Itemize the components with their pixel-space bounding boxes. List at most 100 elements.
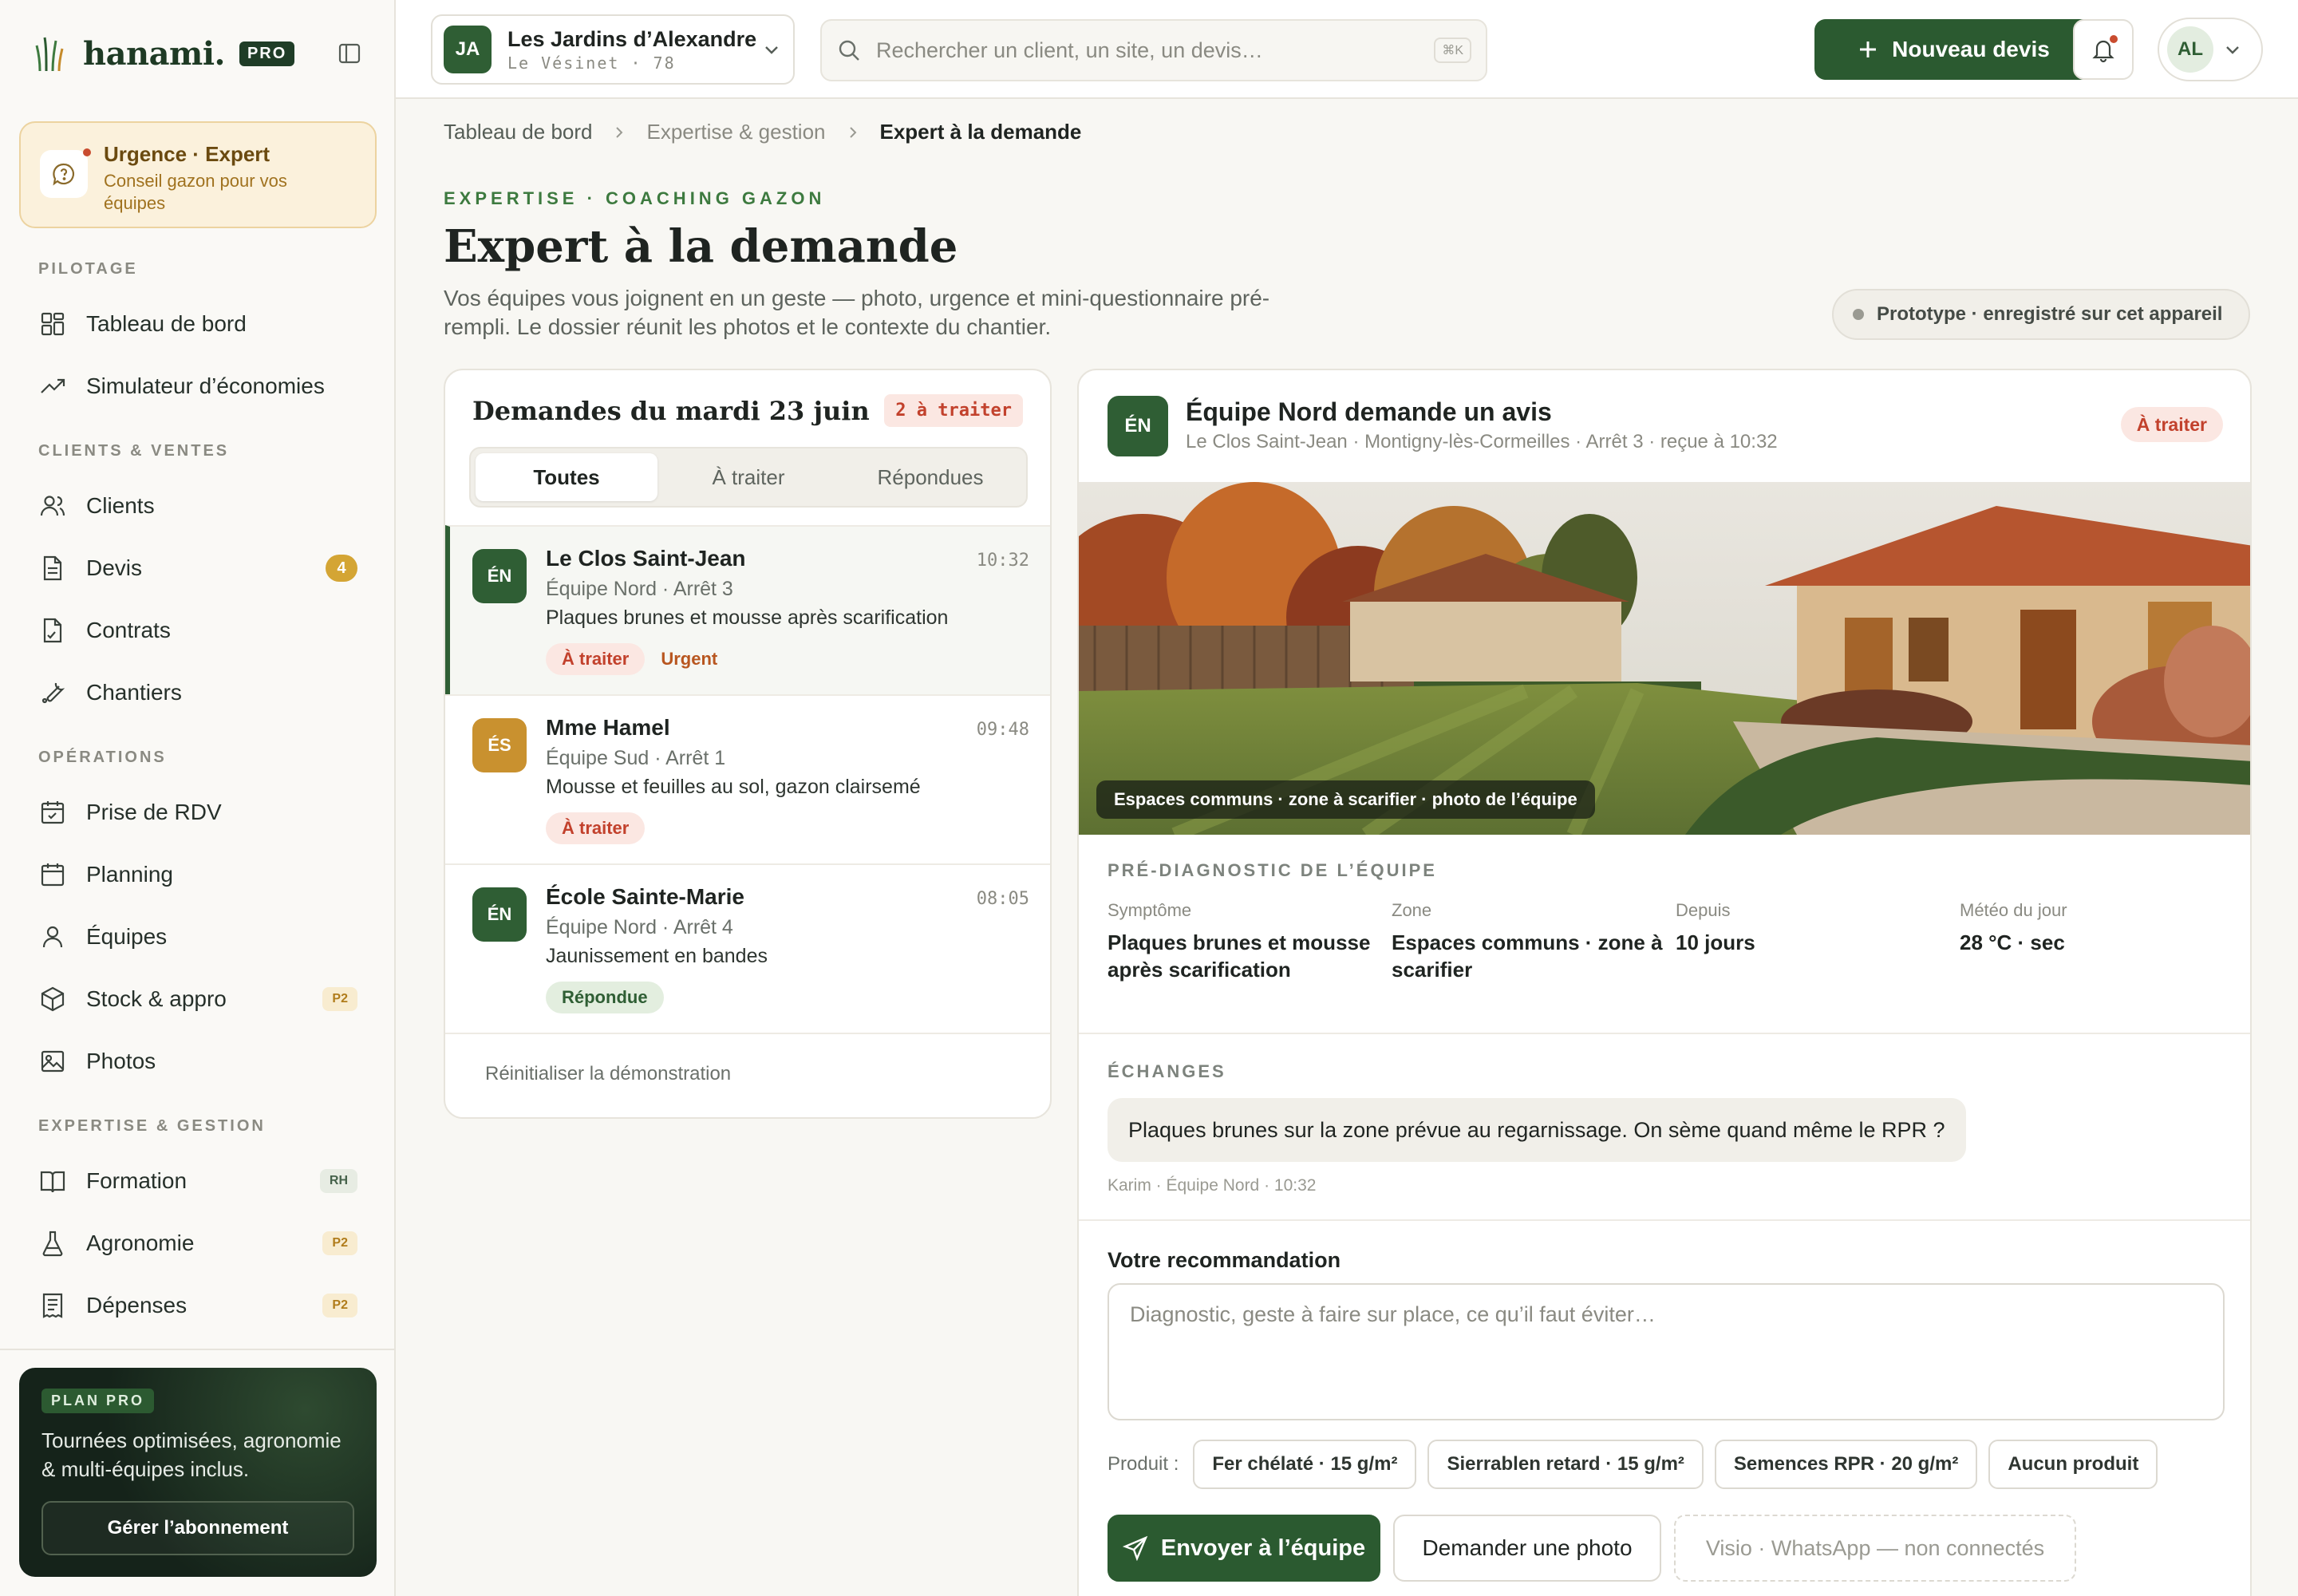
- sidebar-collapse-icon[interactable]: [337, 41, 362, 66]
- request-site: École Sainte-Marie: [546, 884, 744, 909]
- sidebar-item-simulator[interactable]: Simulateur d’économies: [38, 364, 357, 409]
- product-chip[interactable]: Semences RPR · 20 g/m²: [1714, 1440, 1978, 1489]
- sidebar-item-formation[interactable]: Formation RH: [38, 1159, 357, 1203]
- request-photo-button[interactable]: Demander une photo: [1393, 1515, 1661, 1582]
- urgent-badge: Urgent: [661, 649, 718, 669]
- product-label: Produit :: [1108, 1453, 1179, 1475]
- request-tags: À traiter Urgent: [546, 643, 722, 675]
- diag-value: Plaques brunes et mousse après scarifica…: [1108, 930, 1371, 982]
- tab-pending[interactable]: À traiter: [657, 453, 839, 501]
- sidebar-item-label: Agronomie: [86, 1231, 195, 1255]
- sidebar-item-label: Simulateur d’économies: [86, 373, 325, 398]
- request-team: Équipe Nord · Arrêt 3: [546, 578, 733, 600]
- workspace-location: Le Vésinet · 78: [507, 53, 676, 73]
- reset-demo-link[interactable]: Réinitialiser la démonstration: [485, 1063, 731, 1085]
- plan-label: PLAN PRO: [41, 1389, 155, 1413]
- phase-tag: P2: [322, 1231, 357, 1255]
- request-detail-panel: ÉN Équipe Nord demande un avis Le Clos S…: [1077, 369, 2252, 1596]
- devis-count-badge: 4: [326, 555, 357, 582]
- requests-filter-tabs: Toutes À traiter Répondues: [469, 447, 1028, 508]
- product-chip[interactable]: Aucun produit: [1988, 1440, 2158, 1489]
- section-divider: [1079, 1219, 2250, 1221]
- new-quote-label: Nouveau devis: [1892, 37, 2050, 61]
- product-picker: Produit : Fer chélaté · 15 g/m² Sierrabl…: [1108, 1440, 2158, 1489]
- notifications-button[interactable]: [2073, 19, 2134, 80]
- list-item[interactable]: ÉS Mme Hamel 09:48 Équipe Sud · Arrêt 1 …: [445, 694, 1050, 863]
- diag-weather: Météo du jour 28 °C · sec: [1960, 900, 2231, 956]
- prediagnosis-label: PRÉ-DIAGNOSTIC DE L’ÉQUIPE: [1108, 860, 1437, 880]
- trend-up-icon: [41, 378, 65, 393]
- page-subtitle: Vos équipes vous joignent en un geste — …: [444, 286, 1270, 339]
- list-item[interactable]: ÉN Le Clos Saint-Jean 10:32 Équipe Nord …: [445, 525, 1050, 694]
- chevron-right-icon: [616, 126, 623, 138]
- breadcrumb-item[interactable]: Expertise & gestion: [646, 120, 825, 144]
- nav-section-ops: OPÉRATIONS: [38, 749, 167, 766]
- send-to-team-button[interactable]: Envoyer à l’équipe: [1108, 1515, 1380, 1582]
- detail-meta: Le Clos Saint-Jean · Montigny-lès-Cormei…: [1186, 431, 1778, 452]
- help-chat-icon: [40, 148, 91, 198]
- team-avatar: ÉN: [472, 549, 527, 603]
- message-bubble: Plaques brunes sur la zone prévue au reg…: [1108, 1098, 1966, 1162]
- recommendation-input[interactable]: [1108, 1283, 2225, 1420]
- plan-card: PLAN PRO Tournées optimisées, agronomie …: [19, 1368, 377, 1577]
- sidebar-item-teams[interactable]: Équipes: [38, 915, 357, 959]
- sidebar-item-planning[interactable]: Planning: [38, 852, 357, 897]
- request-tags: À traiter: [546, 812, 646, 844]
- photo-caption: Espaces communs · zone à scarifier · pho…: [1096, 780, 1595, 819]
- action-row: Envoyer à l’équipe Demander une photo Vi…: [1108, 1515, 2076, 1582]
- new-quote-button[interactable]: Nouveau devis: [1814, 19, 2092, 80]
- manage-subscription-button[interactable]: Gérer l’abonnement: [41, 1501, 354, 1555]
- status-badge: À traiter: [546, 812, 646, 844]
- flask-icon: [42, 1231, 63, 1257]
- search-input[interactable]: [876, 38, 1435, 63]
- request-tags: Répondue: [546, 982, 664, 1013]
- diag-symptom: Symptôme Plaques brunes et mousse après …: [1108, 900, 1379, 983]
- pending-count-badge: 2 à traiter: [884, 394, 1023, 427]
- sidebar-item-stock[interactable]: Stock & appro P2: [38, 977, 357, 1021]
- prototype-status-chip: Prototype · enregistré sur cet appareil: [1832, 289, 2250, 340]
- site-photo[interactable]: Espaces communs · zone à scarifier · pho…: [1079, 482, 2250, 835]
- team-avatar: ÉN: [1108, 396, 1168, 456]
- requests-panel: Demandes du mardi 23 juin 2 à traiter To…: [444, 369, 1052, 1119]
- diag-key: Symptôme: [1108, 900, 1192, 920]
- breadcrumb-item[interactable]: Tableau de bord: [444, 120, 592, 144]
- request-description: Jaunissement en bandes: [546, 945, 768, 967]
- prototype-label: Prototype · enregistré sur cet appareil: [1877, 303, 2223, 325]
- sidebar-item-rdv[interactable]: Prise de RDV: [38, 790, 357, 835]
- sidebar-item-photos[interactable]: Photos: [38, 1039, 357, 1084]
- sidebar-item-contracts[interactable]: Contrats: [38, 608, 357, 653]
- sidebar-item-clients[interactable]: Clients: [38, 484, 357, 528]
- workspace-switcher[interactable]: JA Les Jardins d’Alexandre Le Vésinet · …: [431, 14, 795, 85]
- product-chip[interactable]: Fer chélaté · 15 g/m²: [1193, 1440, 1417, 1489]
- breadcrumb-current: Expert à la demande: [879, 120, 1082, 144]
- tab-all[interactable]: Toutes: [476, 453, 657, 501]
- detail-title: Équipe Nord demande un avis: [1186, 397, 1552, 426]
- recommendation-label: Votre recommandation: [1108, 1248, 1341, 1272]
- sidebar-item-dashboard[interactable]: Tableau de bord: [38, 302, 357, 346]
- sidebar-item-label: Formation: [86, 1168, 188, 1193]
- section-divider: [1079, 1033, 2250, 1034]
- search-icon: [839, 40, 859, 61]
- nav-section-clients: CLIENTS & VENTES: [38, 442, 230, 460]
- product-chip[interactable]: Sierrablen retard · 15 g/m²: [1427, 1440, 1704, 1489]
- urgent-expert-card[interactable]: Urgence · Expert Conseil gazon pour vos …: [19, 121, 377, 228]
- search-bar[interactable]: ⌘K: [820, 19, 1487, 81]
- chevron-right-icon: [849, 126, 856, 138]
- sidebar-item-label: Stock & appro: [86, 986, 227, 1011]
- sidebar-item-devis[interactable]: Devis 4: [38, 546, 357, 591]
- workspace-name: Les Jardins d’Alexandre: [507, 26, 757, 51]
- visio-whatsapp-button[interactable]: Visio · WhatsApp — non connectés: [1674, 1515, 2076, 1582]
- tab-answered[interactable]: Répondues: [839, 453, 1021, 501]
- request-description: Mousse et feuilles au sol, gazon clairse…: [546, 776, 921, 798]
- sidebar-item-depenses[interactable]: Dépenses P2: [38, 1283, 357, 1328]
- sidebar-item-agronomie[interactable]: Agronomie P2: [38, 1221, 357, 1266]
- status-dot: [1853, 309, 1864, 320]
- sidebar-item-chantiers[interactable]: Chantiers: [38, 670, 357, 715]
- brand[interactable]: hanami. PRO: [35, 35, 362, 73]
- diag-zone: Zone Espaces communs · zone à scarifier: [1392, 900, 1663, 983]
- urgent-title: Urgence · Expert: [104, 142, 270, 166]
- pro-badge: PRO: [239, 41, 295, 66]
- user-menu[interactable]: AL: [2158, 18, 2263, 81]
- list-item[interactable]: ÉN École Sainte-Marie 08:05 Équipe Nord …: [445, 863, 1050, 1033]
- requests-header: Demandes du mardi 23 juin 2 à traiter: [472, 394, 1023, 427]
